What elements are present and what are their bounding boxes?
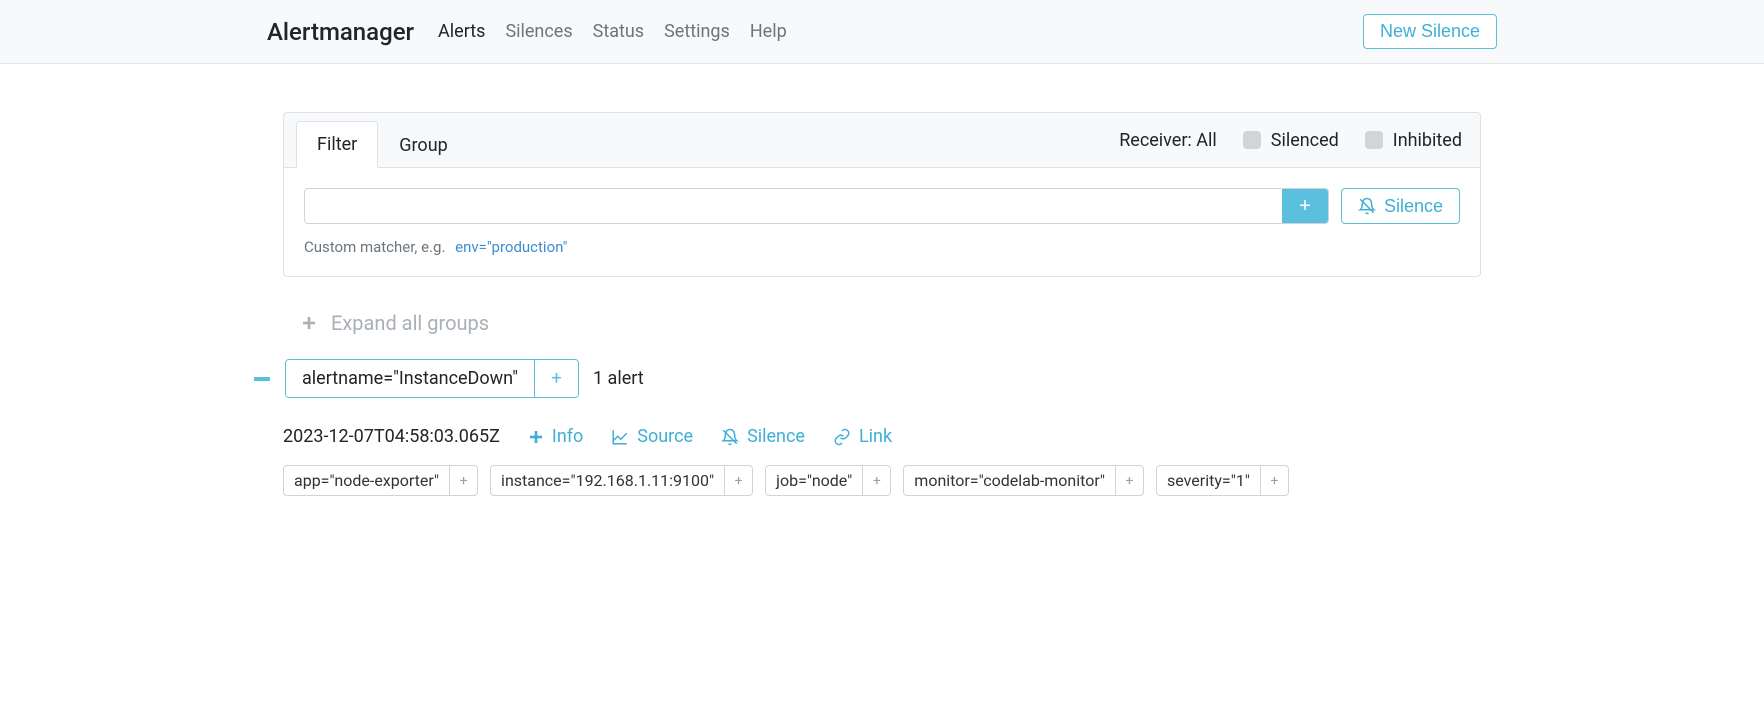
source-label: Source <box>637 426 693 447</box>
silence-button-label: Silence <box>1384 196 1443 217</box>
label-text[interactable]: instance="192.168.1.11:9100" <box>491 466 724 495</box>
label-add[interactable]: + <box>449 466 477 495</box>
checkbox-icon <box>1365 131 1383 149</box>
link-icon <box>833 428 851 446</box>
checkbox-icon <box>1243 131 1261 149</box>
bell-off-icon <box>721 428 739 446</box>
silence-button[interactable]: Silence <box>1341 188 1460 224</box>
helper-prefix: Custom matcher, e.g. <box>304 238 445 256</box>
label-text[interactable]: job="node" <box>766 466 862 495</box>
source-action[interactable]: Source <box>611 426 693 447</box>
nav-status[interactable]: Status <box>593 21 644 42</box>
info-label: Info <box>552 426 583 447</box>
label-add[interactable]: + <box>1115 466 1143 495</box>
alert-group-row: alertname="InstanceDown" + 1 alert <box>283 359 1481 398</box>
expand-all-groups[interactable]: Expand all groups <box>301 311 1481 335</box>
silenced-checkbox[interactable]: Silenced <box>1243 130 1339 151</box>
navbar: Alertmanager Alerts Silences Status Sett… <box>0 0 1764 64</box>
filter-add-button[interactable]: + <box>1282 189 1328 223</box>
filter-helper: Custom matcher, e.g. env="production" <box>304 238 1460 256</box>
brand: Alertmanager <box>267 18 414 46</box>
alert-actions-row: 2023-12-07T04:58:03.065Z Info Source Sil… <box>283 426 1481 447</box>
silenced-label: Silenced <box>1271 130 1339 151</box>
group-tag-text[interactable]: alertname="InstanceDown" <box>286 360 534 397</box>
filter-card-body: + Silence Custom matcher, e.g. env="prod… <box>284 167 1480 276</box>
plus-icon <box>528 429 544 445</box>
group-tag-add[interactable]: + <box>534 360 578 397</box>
label-text[interactable]: severity="1" <box>1157 466 1260 495</box>
tab-group[interactable]: Group <box>378 122 468 168</box>
nav-links: Alerts Silences Status Settings Help <box>438 21 1363 42</box>
silence-action[interactable]: Silence <box>721 426 805 447</box>
filter-input[interactable] <box>305 189 1282 223</box>
nav-help[interactable]: Help <box>750 21 787 42</box>
filter-input-group: + <box>304 188 1329 224</box>
new-silence-button[interactable]: New Silence <box>1363 14 1497 49</box>
label-pill: monitor="codelab-monitor" + <box>903 465 1144 496</box>
bell-off-icon <box>1358 197 1376 215</box>
tab-filter[interactable]: Filter <box>296 121 378 168</box>
minus-icon <box>254 377 270 381</box>
plus-icon <box>301 315 317 331</box>
link-action[interactable]: Link <box>833 426 892 447</box>
alert-timestamp: 2023-12-07T04:58:03.065Z <box>283 426 500 447</box>
label-pill: severity="1" + <box>1156 465 1289 496</box>
label-add[interactable]: + <box>724 466 752 495</box>
filter-card: Filter Group Receiver: All Silenced Inhi… <box>283 112 1481 277</box>
label-pill: app="node-exporter" + <box>283 465 478 496</box>
silence-action-label: Silence <box>747 426 805 447</box>
nav-alerts[interactable]: Alerts <box>438 21 485 42</box>
label-pill: instance="192.168.1.11:9100" + <box>490 465 753 496</box>
label-add[interactable]: + <box>1260 466 1288 495</box>
new-silence-label: New Silence <box>1380 21 1480 42</box>
filter-card-header: Filter Group Receiver: All Silenced Inhi… <box>284 113 1480 167</box>
label-pill: job="node" + <box>765 465 891 496</box>
expand-all-label: Expand all groups <box>331 311 489 335</box>
inhibited-checkbox[interactable]: Inhibited <box>1365 130 1462 151</box>
collapse-group-icon[interactable] <box>253 366 271 391</box>
chart-icon <box>611 428 629 446</box>
nav-silences[interactable]: Silences <box>505 21 572 42</box>
helper-example: env="production" <box>455 238 567 256</box>
label-text[interactable]: app="node-exporter" <box>284 466 449 495</box>
inhibited-label: Inhibited <box>1393 130 1462 151</box>
info-action[interactable]: Info <box>528 426 583 447</box>
label-text[interactable]: monitor="codelab-monitor" <box>904 466 1115 495</box>
receiver-label[interactable]: Receiver: All <box>1119 130 1217 151</box>
label-add[interactable]: + <box>862 466 890 495</box>
alert-labels-row: app="node-exporter" + instance="192.168.… <box>283 465 1481 496</box>
nav-settings[interactable]: Settings <box>664 21 730 42</box>
group-tag: alertname="InstanceDown" + <box>285 359 579 398</box>
alert-count: 1 alert <box>593 368 644 389</box>
link-label: Link <box>859 426 892 447</box>
